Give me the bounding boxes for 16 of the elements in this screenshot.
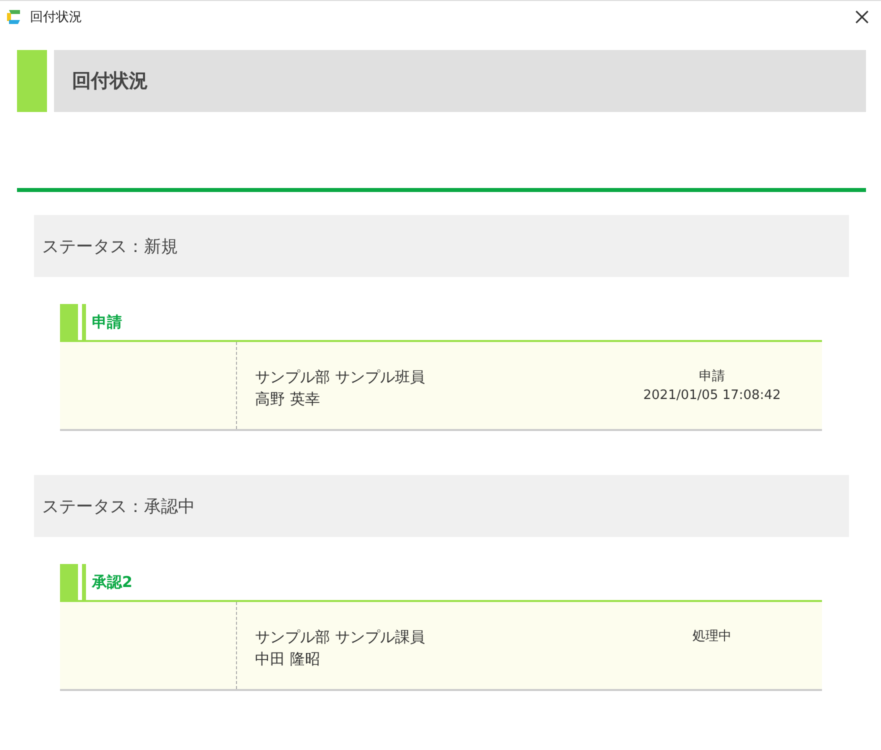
action-status: 処理中 [692, 628, 732, 646]
status-label: ステータス：承認中 [34, 475, 849, 537]
close-icon [855, 10, 869, 24]
organization-text: サンプル部 サンプル課員 [255, 627, 426, 648]
page-title: 回付状況 [54, 50, 866, 112]
person-name: 高野 英幸 [255, 389, 321, 410]
window-title: 回付状況 [30, 8, 82, 26]
app-logo-icon [6, 8, 22, 24]
header-accent [17, 50, 47, 112]
person-name: 中田 隆昭 [255, 649, 321, 670]
status-label: ステータス：新規 [34, 215, 849, 277]
step-name: 承認2 [92, 572, 132, 592]
step-name: 申請 [92, 312, 122, 332]
organization-text: サンプル部 サンプル班員 [255, 367, 426, 388]
action-datetime: 2021/01/05 17:08:42 [642, 387, 782, 405]
action-status: 申請 [698, 368, 726, 386]
